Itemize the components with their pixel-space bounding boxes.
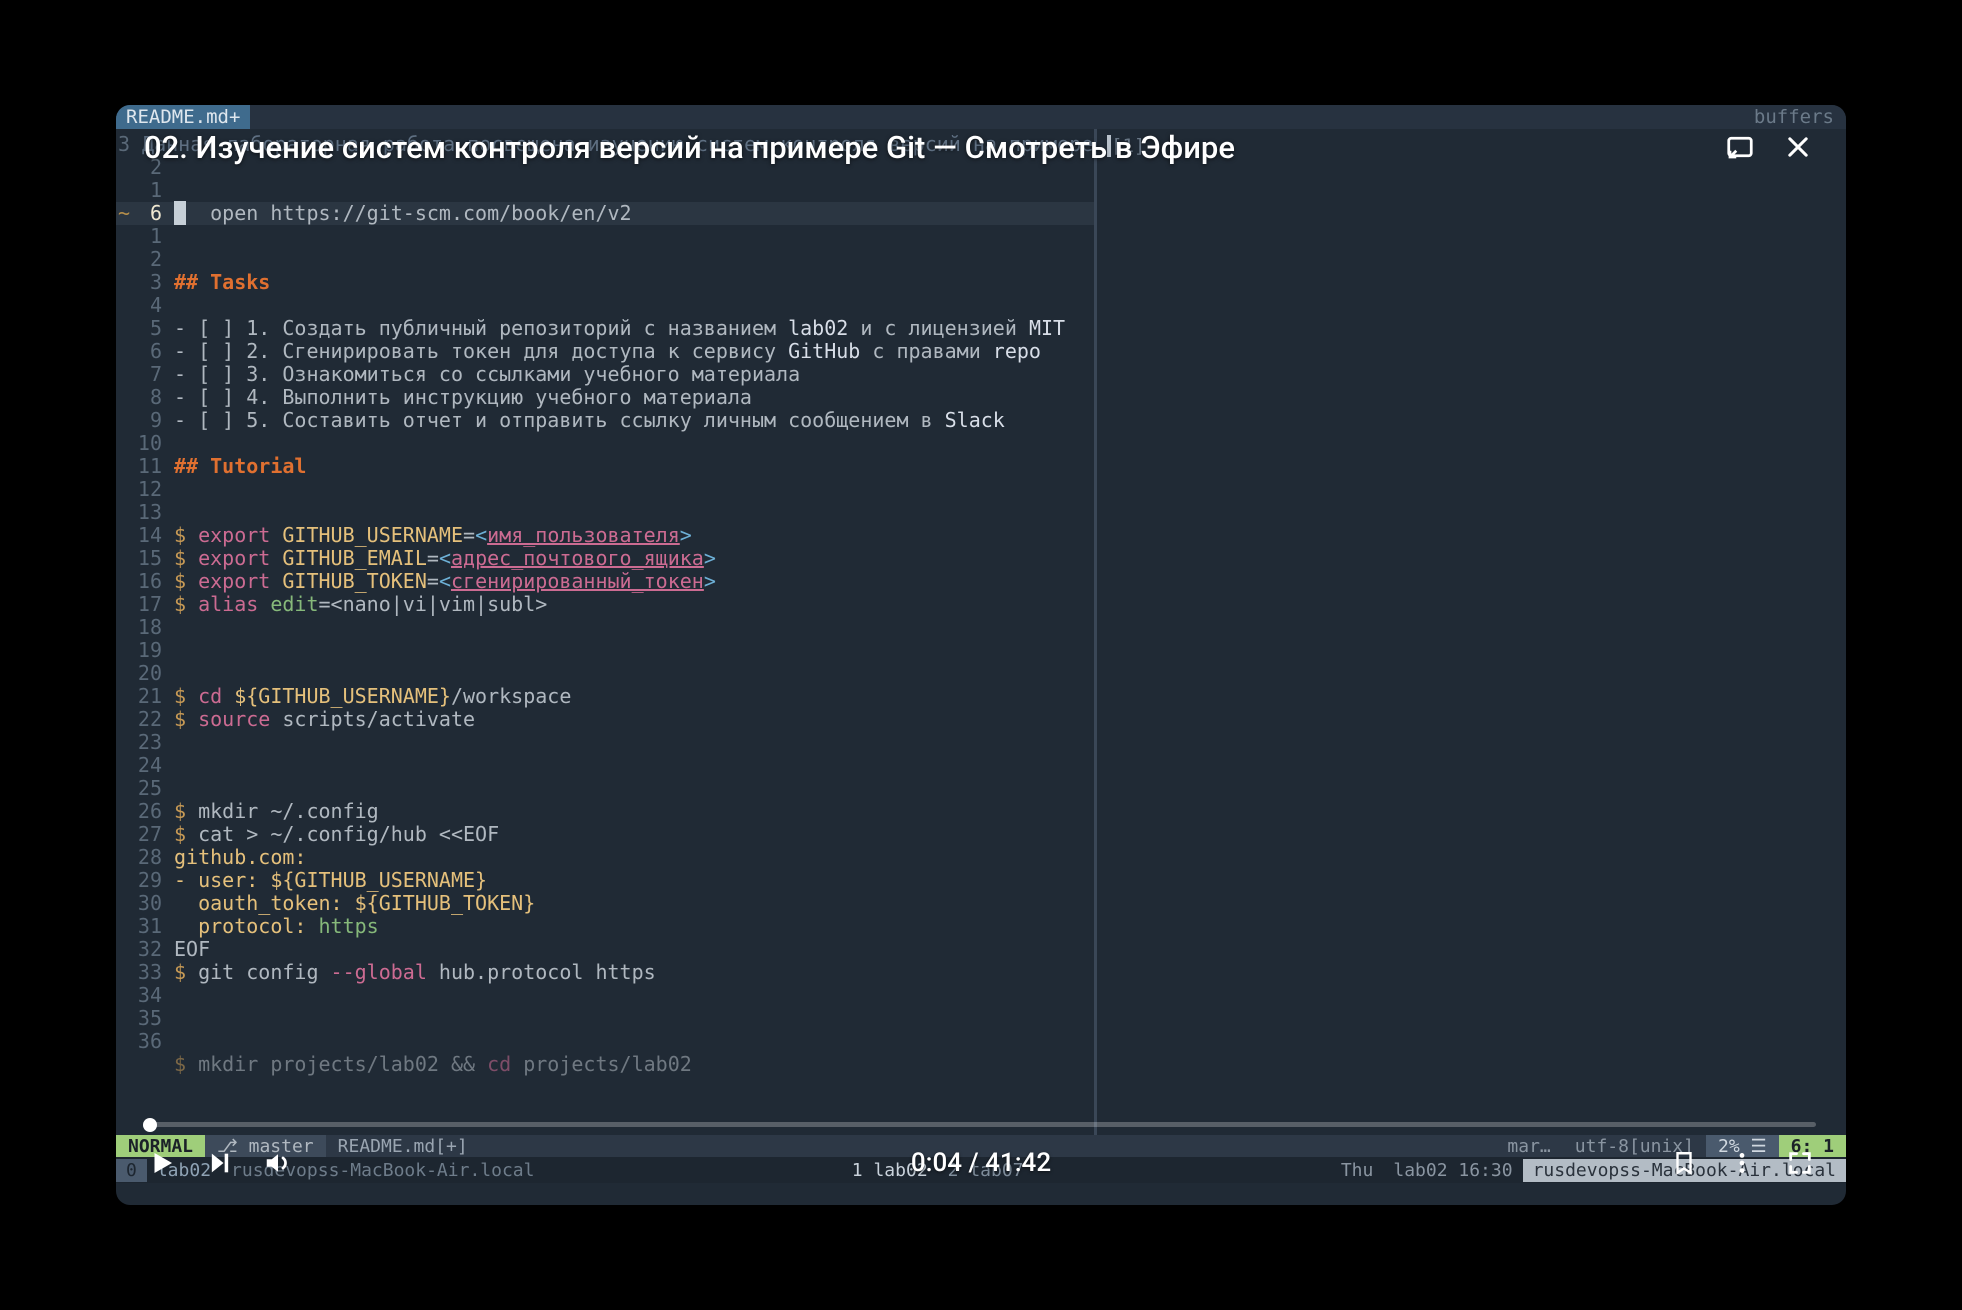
vim-tab-active: README.md+: [116, 105, 250, 129]
progress-bar[interactable]: [146, 1122, 1816, 1127]
code-line: 4: [116, 294, 1094, 317]
code-line: 33$ git config --global hub.protocol htt…: [116, 961, 1094, 984]
code-line: 8- [ ] 4. Выполнить инструкцию учебного …: [116, 386, 1094, 409]
editor-right-pane: [1]: [1097, 129, 1846, 1135]
code-line: 25: [116, 777, 1094, 800]
code-line: 34: [116, 984, 1094, 1007]
code-line: 6- [ ] 2. Сгенирировать токен для доступ…: [116, 340, 1094, 363]
play-button[interactable]: [140, 1141, 184, 1185]
code-line: 32EOF: [116, 938, 1094, 961]
code-line: 7- [ ] 3. Ознакомиться со ссылками учебн…: [116, 363, 1094, 386]
code-line: 3## Tasks: [116, 271, 1094, 294]
video-player-frame: README.md+ buffers 3Данная лабораторная …: [116, 105, 1846, 1205]
code-line: 16$ export GITHUB_TOKEN=<сгенирированный…: [116, 570, 1094, 593]
code-line: 30 oauth_token: ${GITHUB_TOKEN}: [116, 892, 1094, 915]
code-line: 12: [116, 478, 1094, 501]
picture-in-picture-button[interactable]: [1720, 127, 1760, 167]
code-line: 1: [116, 225, 1094, 248]
volume-button[interactable]: [256, 1141, 300, 1185]
video-content: README.md+ buffers 3Данная лабораторная …: [116, 105, 1846, 1205]
video-title: 02. Изучение систем контроля версий на п…: [144, 129, 1702, 166]
code-line: 10: [116, 432, 1094, 455]
code-line: 22$ source scripts/activate: [116, 708, 1094, 731]
code-line: 35: [116, 1007, 1094, 1030]
code-line: 26$ mkdir ~/.config: [116, 800, 1094, 823]
code-line: 36: [116, 1030, 1094, 1053]
code-line: 17$ alias edit=<nano|vi|vim|subl>: [116, 593, 1094, 616]
code-line: 19: [116, 639, 1094, 662]
code-line: 31 protocol: https: [116, 915, 1094, 938]
fullscreen-button[interactable]: [1778, 1141, 1822, 1185]
code-line: 15$ export GITHUB_EMAIL=<адрес_почтового…: [116, 547, 1094, 570]
progress-thumb[interactable]: [143, 1118, 157, 1132]
code-line: 1: [116, 179, 1094, 202]
code-line: 24: [116, 754, 1094, 777]
code-line: 21$ cd ${GITHUB_USERNAME}/workspace: [116, 685, 1094, 708]
code-line: 28github.com:: [116, 846, 1094, 869]
code-line: 29- user: ${GITHUB_USERNAME}: [116, 869, 1094, 892]
bookmark-button[interactable]: [1662, 1141, 1706, 1185]
time-display: 0:04 / 41:42: [911, 1148, 1051, 1178]
editor-left-pane: 3Данная лабораторная работа посвещена из…: [116, 129, 1094, 1135]
code-line: 20: [116, 662, 1094, 685]
code-line: 5- [ ] 1. Создать публичный репозиторий …: [116, 317, 1094, 340]
more-options-button[interactable]: [1720, 1141, 1764, 1185]
code-line: $ mkdir projects/lab02 && cd projects/la…: [116, 1053, 1094, 1076]
code-line: ~6 open https://git-scm.com/book/en/v2: [116, 202, 1094, 225]
code-line: 13: [116, 501, 1094, 524]
code-line: 2: [116, 248, 1094, 271]
code-line: 27$ cat > ~/.config/hub <<EOF: [116, 823, 1094, 846]
code-line: 9- [ ] 5. Составить отчет и отправить сс…: [116, 409, 1094, 432]
vim-buffers-label: buffers: [1742, 106, 1846, 129]
code-line: 11## Tutorial: [116, 455, 1094, 478]
video-controls: 0:04 / 41:42: [140, 1141, 1822, 1185]
video-title-bar: 02. Изучение систем контроля версий на п…: [144, 127, 1818, 167]
vim-tabline: README.md+ buffers: [116, 105, 1846, 129]
next-button[interactable]: [198, 1141, 242, 1185]
code-line: 18: [116, 616, 1094, 639]
code-line: 14$ export GITHUB_USERNAME=<имя_пользова…: [116, 524, 1094, 547]
close-button[interactable]: [1778, 127, 1818, 167]
code-line: 23: [116, 731, 1094, 754]
